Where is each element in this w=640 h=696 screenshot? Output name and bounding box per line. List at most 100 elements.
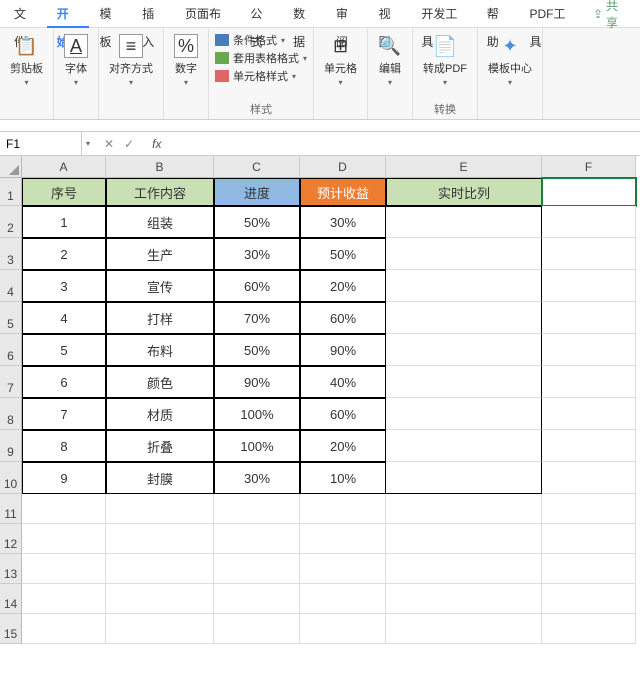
tab-pdf[interactable]: PDF工具 (520, 0, 585, 28)
cell[interactable]: 封膜 (106, 462, 214, 494)
cell[interactable]: 1 (22, 206, 106, 238)
row-header[interactable]: 5 (0, 302, 22, 334)
tab-review[interactable]: 审阅 (326, 0, 369, 28)
col-header-e[interactable]: E (386, 156, 542, 178)
row-header[interactable]: 7 (0, 366, 22, 398)
cell[interactable]: 进度 (214, 178, 300, 206)
font-button[interactable]: A 字体 ▾ (60, 32, 92, 89)
cell[interactable] (22, 524, 106, 554)
cell[interactable]: 20% (300, 270, 386, 302)
col-header-a[interactable]: A (22, 156, 106, 178)
cell[interactable] (542, 302, 636, 334)
cell[interactable] (542, 430, 636, 462)
tab-help[interactable]: 帮助 (477, 0, 520, 28)
cell[interactable] (386, 524, 542, 554)
cell[interactable] (214, 524, 300, 554)
cell[interactable] (542, 334, 636, 366)
cancel-icon[interactable]: ✕ (104, 137, 114, 151)
tab-dev[interactable]: 开发工具 (411, 0, 476, 28)
select-all-corner[interactable] (0, 156, 22, 178)
row-header[interactable]: 3 (0, 238, 22, 270)
cell[interactable]: 9 (22, 462, 106, 494)
cell[interactable]: 70% (214, 302, 300, 334)
cell[interactable] (22, 494, 106, 524)
cell[interactable] (214, 614, 300, 644)
edit-button[interactable]: 🔍 编辑 ▾ (374, 32, 406, 89)
cell[interactable] (542, 366, 636, 398)
col-header-f[interactable]: F (542, 156, 636, 178)
cell[interactable] (386, 302, 542, 334)
cell[interactable]: 90% (214, 366, 300, 398)
cell-style-button[interactable]: 单元格样式 ▾ (215, 68, 307, 84)
cell[interactable]: 生产 (106, 238, 214, 270)
cell[interactable] (386, 554, 542, 584)
cell[interactable]: 材质 (106, 398, 214, 430)
cell[interactable] (106, 584, 214, 614)
cells-button[interactable]: ⊞ 单元格 ▾ (320, 32, 361, 89)
col-header-b[interactable]: B (106, 156, 214, 178)
pdf-button[interactable]: 📄 转成PDF ▾ (419, 32, 471, 89)
cell[interactable] (22, 584, 106, 614)
cell[interactable]: 工作内容 (106, 178, 214, 206)
tab-formula[interactable]: 公式 (240, 0, 283, 28)
tab-template[interactable]: 模板 (89, 0, 132, 28)
cell-selected[interactable] (542, 178, 636, 206)
cell[interactable] (542, 270, 636, 302)
cell[interactable]: 布料 (106, 334, 214, 366)
cell[interactable]: 宣传 (106, 270, 214, 302)
cell[interactable]: 2 (22, 238, 106, 270)
cell[interactable]: 4 (22, 302, 106, 334)
cell[interactable]: 50% (214, 206, 300, 238)
cell[interactable] (386, 430, 542, 462)
share-button[interactable]: ⇪共享 (585, 0, 636, 31)
row-header[interactable]: 2 (0, 206, 22, 238)
cell[interactable]: 30% (214, 238, 300, 270)
cell[interactable] (542, 614, 636, 644)
row-header[interactable]: 4 (0, 270, 22, 302)
cell[interactable] (542, 206, 636, 238)
cell[interactable]: 预计收益 (300, 178, 386, 206)
formula-input[interactable] (169, 136, 640, 151)
cell[interactable] (22, 554, 106, 584)
cell[interactable] (386, 462, 542, 494)
cell[interactable]: 颜色 (106, 366, 214, 398)
row-header[interactable]: 9 (0, 430, 22, 462)
cell[interactable]: 10% (300, 462, 386, 494)
cell[interactable] (300, 524, 386, 554)
cell[interactable]: 100% (214, 398, 300, 430)
fx-label[interactable]: fx (144, 137, 169, 151)
cell[interactable] (386, 366, 542, 398)
cell[interactable]: 100% (214, 430, 300, 462)
cell[interactable] (542, 524, 636, 554)
cell[interactable] (386, 584, 542, 614)
cell[interactable]: 50% (214, 334, 300, 366)
cell[interactable] (106, 494, 214, 524)
cell[interactable]: 实时比列 (386, 178, 542, 206)
accept-icon[interactable]: ✓ (124, 137, 134, 151)
cell[interactable]: 3 (22, 270, 106, 302)
cell[interactable]: 20% (300, 430, 386, 462)
table-format-button[interactable]: 套用表格格式 ▾ (215, 50, 307, 66)
cell[interactable] (300, 614, 386, 644)
tab-view[interactable]: 视图 (369, 0, 412, 28)
cell[interactable] (542, 398, 636, 430)
cell[interactable] (22, 614, 106, 644)
cell[interactable]: 5 (22, 334, 106, 366)
name-box-dropdown[interactable]: ▾ (82, 139, 94, 148)
row-header[interactable]: 15 (0, 614, 22, 644)
cell[interactable]: 60% (214, 270, 300, 302)
row-header[interactable]: 8 (0, 398, 22, 430)
cell[interactable]: 6 (22, 366, 106, 398)
cell[interactable]: 50% (300, 238, 386, 270)
cell[interactable]: 40% (300, 366, 386, 398)
name-box-input[interactable] (6, 137, 75, 151)
cell[interactable] (106, 554, 214, 584)
row-header[interactable]: 11 (0, 494, 22, 524)
clipboard-button[interactable]: 📋 剪贴板 ▾ (6, 32, 47, 89)
tab-home[interactable]: 开始 (47, 0, 90, 28)
tab-layout[interactable]: 页面布局 (175, 0, 240, 28)
row-header[interactable]: 12 (0, 524, 22, 554)
cell[interactable]: 打样 (106, 302, 214, 334)
cell[interactable] (386, 270, 542, 302)
cell[interactable]: 7 (22, 398, 106, 430)
